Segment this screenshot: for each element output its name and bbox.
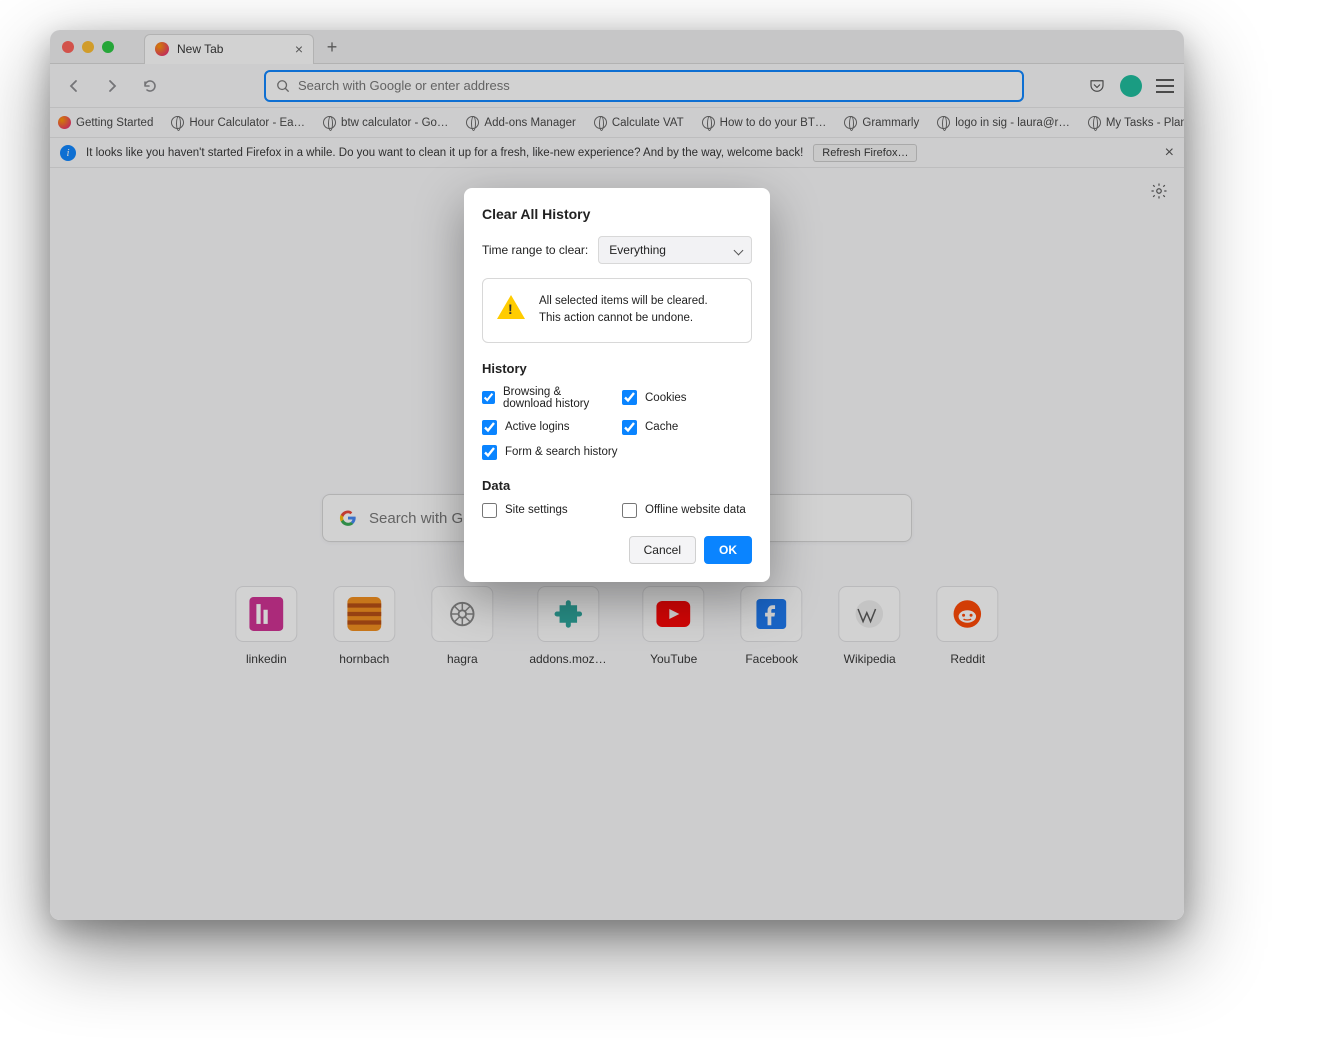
section-data-heading: Data: [482, 478, 752, 493]
dialog-title: Clear All History: [482, 206, 752, 222]
section-history-heading: History: [482, 361, 752, 376]
clear-history-dialog: Clear All History Time range to clear: E…: [464, 188, 770, 582]
time-range-row: Time range to clear: Everything: [482, 236, 752, 264]
data-checkboxes: Site settings Offline website data: [482, 503, 752, 518]
cancel-button[interactable]: Cancel: [629, 536, 696, 564]
checkbox-cache[interactable]: Cache: [622, 420, 752, 435]
checkbox-offline-data[interactable]: Offline website data: [622, 503, 752, 518]
checkbox-site-settings[interactable]: Site settings: [482, 503, 612, 518]
history-checkboxes: Browsing & download history Cookies Acti…: [482, 386, 752, 460]
dialog-footer: Cancel OK: [482, 536, 752, 564]
warning-line-1: All selected items will be cleared.: [539, 293, 708, 310]
time-range-label: Time range to clear:: [482, 243, 588, 257]
warning-box: All selected items will be cleared. This…: [482, 278, 752, 343]
checkbox-active-logins[interactable]: Active logins: [482, 420, 612, 435]
browser-window: New Tab × + Getting Started Hour Calcula: [50, 30, 1184, 920]
warning-line-2: This action cannot be undone.: [539, 310, 708, 327]
checkbox-form-search[interactable]: Form & search history: [482, 445, 752, 460]
warning-icon: [497, 295, 525, 319]
ok-button[interactable]: OK: [704, 536, 752, 564]
checkbox-cookies[interactable]: Cookies: [622, 386, 752, 410]
time-range-select[interactable]: Everything: [598, 236, 752, 264]
checkbox-browsing[interactable]: Browsing & download history: [482, 386, 612, 410]
